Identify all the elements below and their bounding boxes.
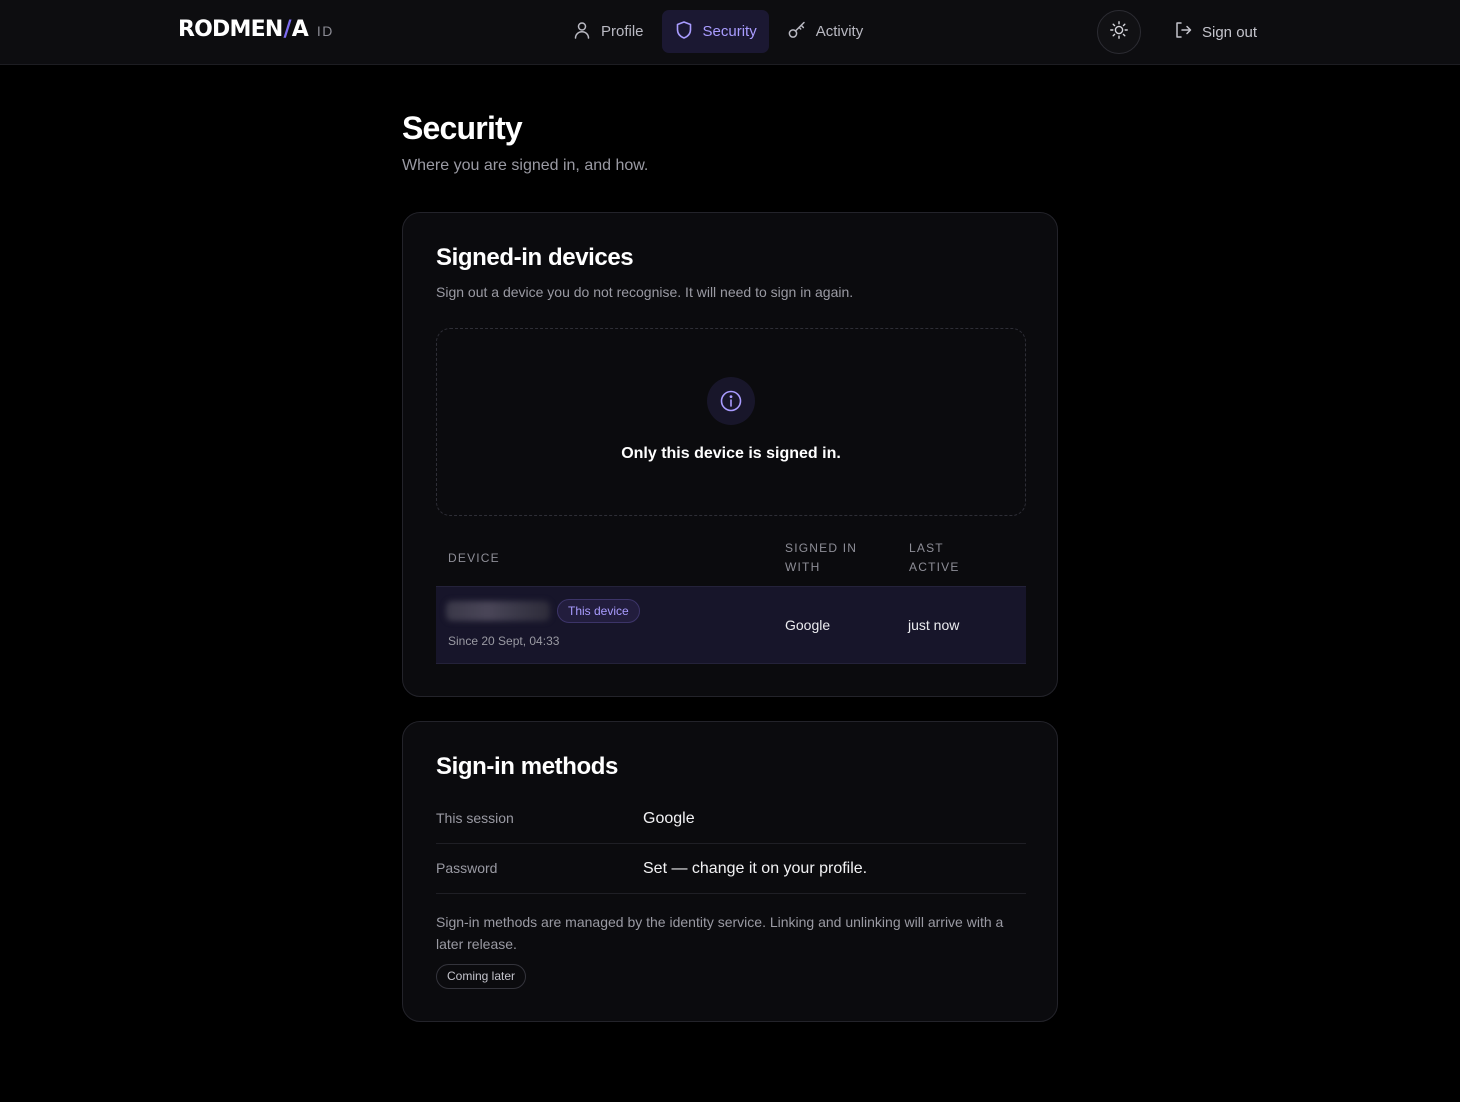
table-row: This device Since 20 Sept, 04:33 Google … bbox=[436, 586, 1026, 664]
methods-note: Sign-in methods are managed by the ident… bbox=[436, 914, 1004, 952]
theme-toggle-button[interactable] bbox=[1097, 10, 1141, 54]
method-label: This session bbox=[436, 810, 514, 826]
main-nav: Profile Security Activity bbox=[560, 10, 875, 54]
this-device-badge: This device bbox=[557, 599, 640, 623]
signed-in-devices-card: Signed-in devices Sign out a device you … bbox=[402, 212, 1058, 697]
brand-logo[interactable]: RODMEN/A ID bbox=[178, 17, 334, 47]
method-label: Password bbox=[436, 860, 498, 876]
device-signed-in-with: Google bbox=[785, 617, 831, 633]
device-name-redacted bbox=[446, 601, 550, 621]
sign-out-icon bbox=[1173, 20, 1193, 44]
nav-item-profile[interactable]: Profile bbox=[560, 10, 656, 53]
column-header-last-active: LAST ACTIVE bbox=[909, 541, 960, 574]
empty-state: Only this device is signed in. bbox=[436, 328, 1026, 516]
nav-item-label: Security bbox=[702, 23, 757, 40]
method-row-session: This session Google bbox=[436, 794, 1026, 844]
user-icon bbox=[572, 20, 592, 44]
top-bar: RODMEN/A ID Profile Security Activity Si… bbox=[0, 0, 1460, 65]
method-value: Set — change it on your profile. bbox=[643, 860, 868, 877]
nav-item-activity[interactable]: Activity bbox=[775, 10, 876, 53]
method-value: Google bbox=[643, 810, 695, 827]
brand-suffix: ID bbox=[316, 23, 334, 39]
key-icon bbox=[787, 20, 807, 44]
brand-name: RODMEN/A bbox=[178, 17, 309, 42]
nav-item-label: Activity bbox=[815, 23, 864, 40]
column-header-device: DEVICE bbox=[448, 551, 500, 565]
sun-icon bbox=[1109, 20, 1129, 45]
sign-in-methods-card: Sign-in methods This session Google Pass… bbox=[402, 721, 1058, 1022]
methods-title: Sign-in methods bbox=[436, 753, 618, 780]
nav-item-label: Profile bbox=[601, 23, 644, 40]
sign-out-button[interactable]: Sign out bbox=[1173, 20, 1257, 44]
empty-state-text: Only this device is signed in. bbox=[621, 445, 841, 462]
info-icon bbox=[707, 377, 755, 425]
nav-item-security[interactable]: Security bbox=[661, 10, 769, 53]
shield-icon bbox=[674, 20, 694, 44]
device-last-active: just now bbox=[908, 617, 960, 633]
sign-out-label: Sign out bbox=[1202, 23, 1258, 41]
page-subtitle: Where you are signed in, and how. bbox=[402, 157, 649, 174]
device-since: Since 20 Sept, 04:33 bbox=[448, 634, 560, 648]
method-row-password: Password Set — change it on your profile… bbox=[436, 844, 1026, 894]
coming-later-badge: Coming later bbox=[436, 964, 527, 989]
column-header-signed-in-with: SIGNED IN WITH bbox=[785, 541, 858, 574]
devices-title: Signed-in devices bbox=[436, 244, 634, 271]
devices-description: Sign out a device you do not recognise. … bbox=[436, 284, 854, 300]
page-title: Security bbox=[402, 110, 523, 146]
